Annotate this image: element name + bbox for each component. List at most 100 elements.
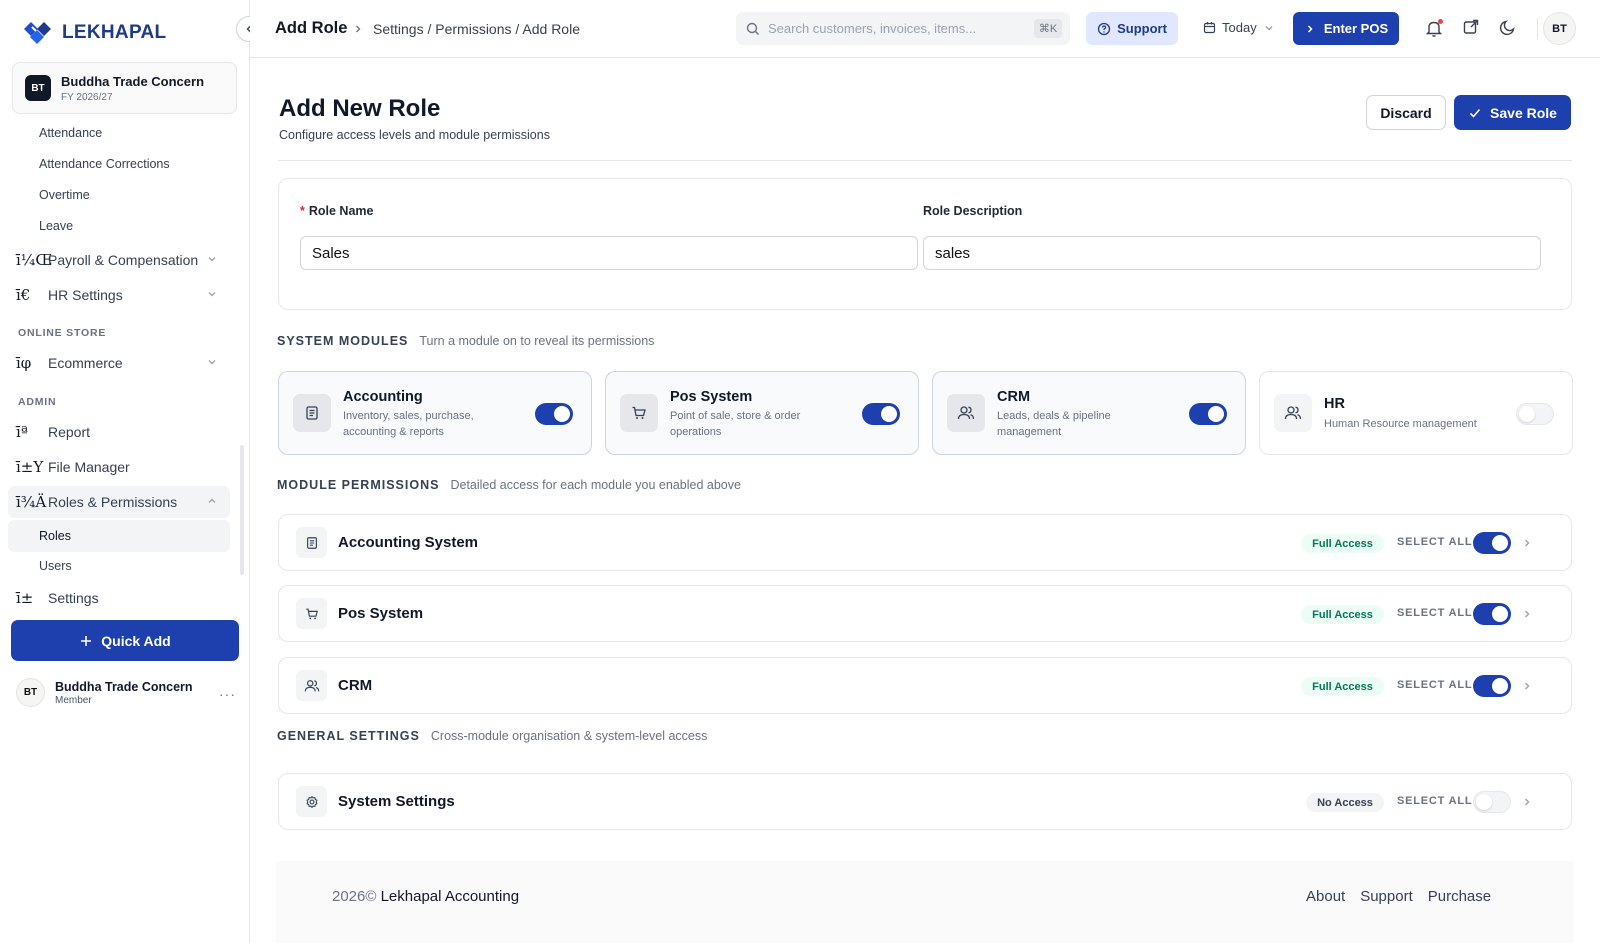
copyright: 2026© Lekhapal Accounting (332, 888, 519, 905)
logo-icon (24, 22, 51, 44)
module-toggle-hr[interactable] (1516, 403, 1554, 425)
select-all-toggle[interactable] (1473, 603, 1511, 625)
avatar[interactable]: BT (1543, 12, 1576, 45)
sidebar-item-roles[interactable]: Roles (8, 520, 230, 552)
permission-row-system-settings[interactable]: System Settings No Access SELECT ALL (278, 773, 1572, 830)
sidebar-item-attendance-corrections[interactable]: Attendance Corrections (39, 157, 170, 171)
section-system-modules: SYSTEM MODULES Turn a module on to revea… (277, 334, 654, 348)
module-toggle-accounting[interactable] (535, 403, 573, 425)
module-name: CRM (997, 389, 1031, 405)
permission-row-pos-system[interactable]: Pos System Full Access SELECT ALL (278, 585, 1572, 642)
sidebar-item-hr-settings[interactable]: ī€ HR Settings (8, 279, 230, 311)
brand-logo[interactable]: LEKHAPAL (22, 20, 166, 46)
footer-link-about[interactable]: About (1306, 888, 1345, 905)
module-toggle-crm[interactable] (1189, 403, 1227, 425)
discard-button[interactable]: Discard (1366, 95, 1446, 130)
search-shortcut: ⌘K (1034, 19, 1062, 38)
company-avatar: BT (25, 75, 51, 101)
more-icon[interactable]: ··· (219, 686, 236, 702)
quick-add-label: Quick Add (101, 632, 171, 649)
permission-row-accounting[interactable]: Accounting System Full Access SELECT ALL (278, 514, 1572, 571)
sidebar-item-payroll[interactable]: ī¼Œ Payroll & Compensation (8, 244, 230, 276)
main-content: Add New Role Configure access levels and… (250, 58, 1600, 943)
cart-icon (296, 598, 327, 629)
module-card-crm[interactable]: CRM Leads, deals & pipeline management (932, 371, 1246, 455)
select-all-label: SELECT ALL (1397, 607, 1473, 619)
moon-icon[interactable] (1499, 18, 1517, 36)
role-name-input[interactable] (300, 236, 918, 270)
module-card-accounting[interactable]: Accounting Inventory, sales, purchase, a… (278, 371, 592, 455)
hr-settings-icon: ī€ (16, 286, 31, 304)
select-all-toggle[interactable] (1473, 675, 1511, 697)
enter-pos-button[interactable]: Enter POS (1293, 12, 1399, 45)
sidebar-item-overtime[interactable]: Overtime (39, 188, 90, 202)
section-online-store: ONLINE STORE (18, 327, 107, 339)
sidebar-item-ecommerce[interactable]: īφ Ecommerce (8, 347, 230, 379)
role-description-label: Role Description (923, 204, 1023, 218)
save-role-button[interactable]: Save Role (1454, 95, 1571, 130)
sidebar-item-report[interactable]: īª Report (8, 416, 230, 448)
permission-row-crm[interactable]: CRM Full Access SELECT ALL (278, 657, 1572, 714)
chevron-right-icon[interactable] (1521, 796, 1533, 808)
gear-icon (296, 786, 327, 817)
sidebar-item-users[interactable]: Users (39, 559, 72, 573)
quick-add-button[interactable]: Quick Add (11, 620, 239, 661)
module-card-pos-system[interactable]: Pos System Point of sale, store & order … (605, 371, 919, 455)
chevron-right-icon[interactable] (1521, 680, 1533, 692)
section-title: SYSTEM MODULES (277, 334, 409, 348)
settings-icon: ī± (16, 589, 34, 607)
permission-name: System Settings (338, 793, 455, 810)
section-module-permissions: MODULE PERMISSIONS Detailed access for e… (277, 478, 741, 492)
sidebar-item-file-manager[interactable]: ī±Y File Manager (8, 451, 230, 483)
enter-pos-label: Enter POS (1323, 21, 1389, 36)
sidebar-item-leave[interactable]: Leave (39, 219, 73, 233)
module-name: Accounting (343, 389, 423, 405)
sidebar-item-roles-permissions[interactable]: ī¾Ä Roles & Permissions (8, 486, 230, 518)
select-all-label: SELECT ALL (1397, 679, 1473, 691)
user-profile[interactable]: BT Buddha Trade Concern Member (16, 678, 193, 707)
sidebar-item-attendance[interactable]: Attendance (39, 126, 102, 140)
sidebar-scrollbar[interactable] (240, 445, 244, 575)
access-badge: Full Access (1301, 677, 1384, 696)
section-description: Cross-module organisation & system-level… (430, 729, 708, 743)
company-switcher[interactable]: BT Buddha Trade Concern FY 2026/27 (12, 62, 237, 114)
calendar-icon (1203, 22, 1216, 34)
sidebar-item-label: HR Settings (48, 287, 123, 303)
select-all-label: SELECT ALL (1397, 536, 1473, 548)
chevron-right-icon[interactable] (1521, 537, 1533, 549)
sidebar-item-settings[interactable]: ī± Settings (8, 582, 230, 612)
module-card-hr[interactable]: HR Human Resource management (1259, 371, 1573, 455)
users-icon (1274, 394, 1312, 432)
footer-link-purchase[interactable]: Purchase (1428, 888, 1491, 905)
save-role-label: Save Role (1490, 104, 1557, 121)
footer-link-support[interactable]: Support (1360, 888, 1413, 905)
module-description: Inventory, sales, purchase, accounting &… (343, 410, 474, 438)
external-link-icon[interactable] (1462, 18, 1480, 36)
support-button[interactable]: Support (1086, 12, 1178, 45)
search-bar[interactable]: ⌘K (736, 12, 1070, 45)
support-label: Support (1117, 21, 1167, 36)
chevron-right-icon[interactable] (1521, 608, 1533, 620)
permission-name: CRM (338, 677, 373, 694)
date-filter-dropdown[interactable]: Today (1203, 20, 1275, 35)
document-icon (296, 527, 327, 558)
document-icon (293, 394, 331, 432)
breadcrumb: Settings / Permissions / Add Role (373, 21, 580, 37)
plus-icon (81, 635, 92, 646)
sidebar-item-label: Roles & Permissions (48, 494, 178, 510)
chevron-right-icon (1307, 24, 1313, 33)
heading: Add New Role (279, 95, 441, 122)
module-toggle-pos-system[interactable] (862, 403, 900, 425)
role-form-card: *Role Name Role Description (278, 178, 1572, 310)
role-description-input[interactable] (923, 236, 1541, 270)
section-title: MODULE PERMISSIONS (277, 478, 440, 492)
search-input[interactable] (768, 21, 1018, 36)
file-manager-icon: ī±Y (16, 458, 44, 476)
select-all-toggle[interactable] (1473, 532, 1511, 554)
select-all-toggle[interactable] (1473, 791, 1511, 813)
users-icon (947, 394, 985, 432)
permission-name: Pos System (338, 605, 424, 622)
users-icon (296, 670, 327, 701)
section-general-settings: GENERAL SETTINGS Cross-module organisati… (277, 729, 707, 743)
module-description: Point of sale, store & order operations (670, 410, 801, 438)
